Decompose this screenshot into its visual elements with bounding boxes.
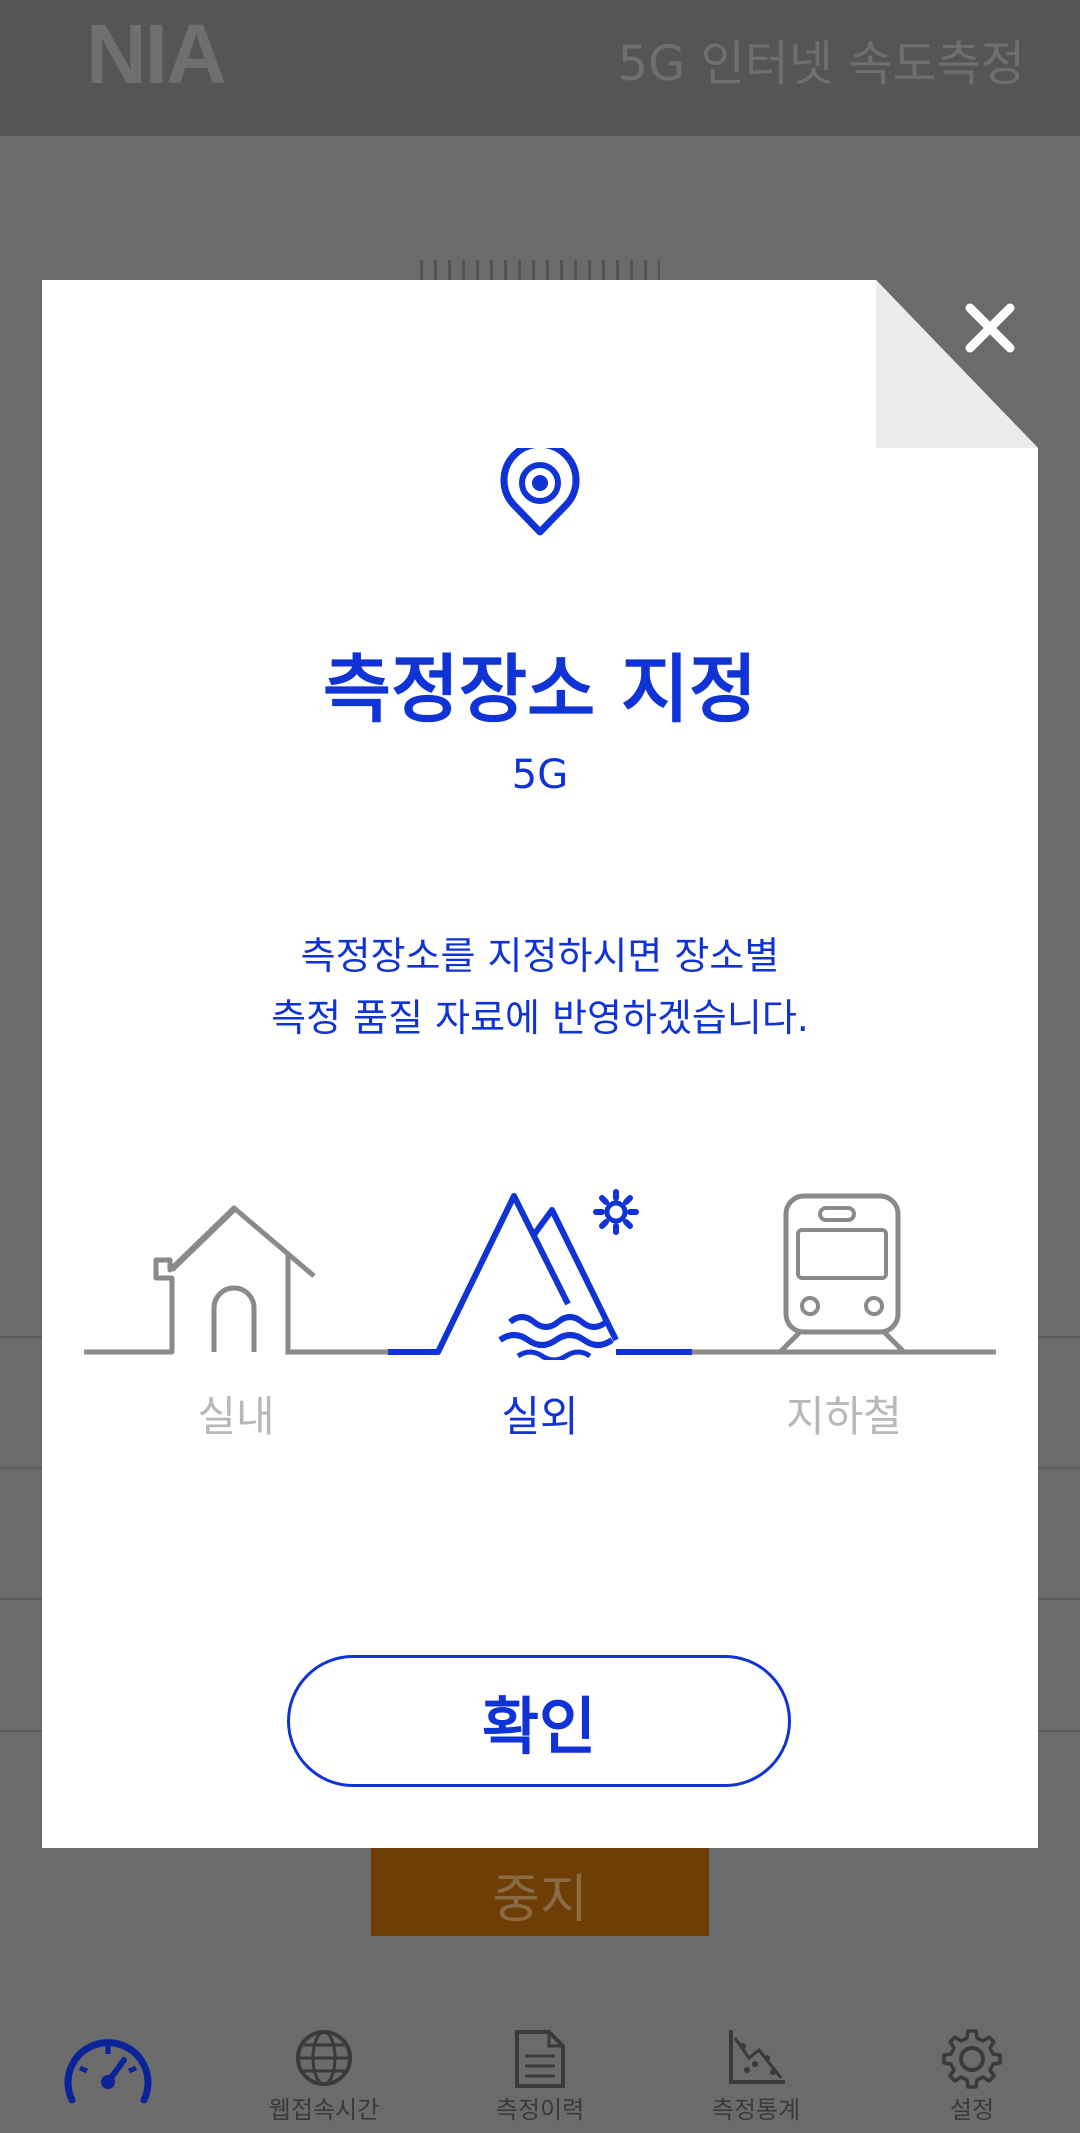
close-button[interactable] — [950, 288, 1030, 368]
location-label: 실외 — [501, 1392, 579, 1441]
location-option-indoor[interactable]: 실내 — [84, 1180, 388, 1441]
close-icon — [965, 303, 1015, 353]
description-line: 측정장소를 지정하시면 장소별 — [300, 934, 780, 978]
house-icon — [84, 1205, 388, 1355]
dialog-description: 측정장소를 지정하시면 장소별 측정 품질 자료에 반영하겠습니다. — [0, 925, 1080, 1049]
location-label: 지하철 — [786, 1392, 902, 1441]
location-option-outdoor[interactable]: 실외 — [388, 1180, 692, 1441]
location-option-subway[interactable]: 지하철 — [692, 1180, 996, 1441]
description-line: 측정 품질 자료에 반영하겠습니다. — [271, 996, 809, 1040]
location-options: 실내 실외 지하철 — [84, 1180, 996, 1441]
network-type-label: 5G — [511, 752, 569, 798]
location-label: 실내 — [197, 1392, 275, 1441]
location-pin-icon — [500, 448, 580, 536]
modal-overlay: 측정장소 지정 5G 측정장소를 지정하시면 장소별 측정 품질 자료에 반영하… — [0, 0, 1080, 2133]
mountain-icon — [388, 1189, 692, 1360]
confirm-button[interactable]: 확인 — [287, 1655, 791, 1787]
dialog-title: 측정장소 지정 — [322, 647, 758, 733]
subway-icon — [692, 1193, 996, 1355]
